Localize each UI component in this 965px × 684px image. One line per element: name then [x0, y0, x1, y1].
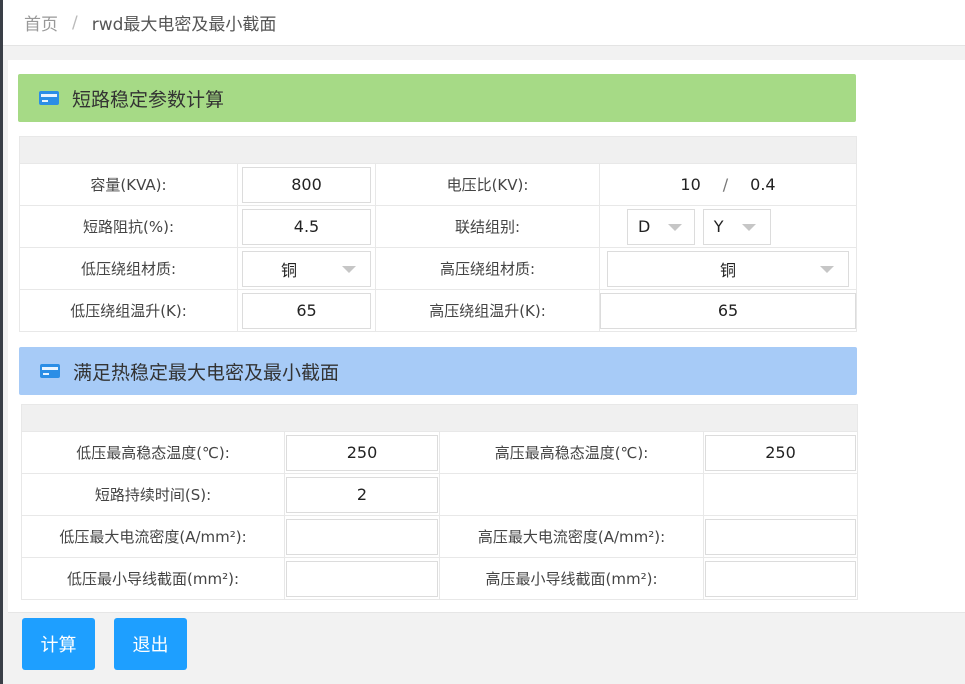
table-header-row: [21, 404, 858, 432]
panel-title: 满足热稳定最大电密及最小截面: [73, 361, 340, 384]
divider: [8, 612, 965, 613]
voltage-separator: /: [722, 175, 729, 194]
lv-max-temp-label: 低压最高稳态温度(℃):: [21, 431, 285, 474]
table-row: 容量(KVA): 800 电压比(KV): 10 / 0.4: [19, 163, 857, 206]
table-row: 低压最大电流密度(A/mm²): 高压最大电流密度(A/mm²):: [21, 515, 858, 558]
group-high-value: D: [638, 217, 651, 236]
hv-min-section-label: 高压最小导线截面(mm²):: [439, 557, 704, 600]
hv-temp-rise-input[interactable]: 65: [600, 292, 856, 329]
voltage-high-input[interactable]: 10: [680, 175, 700, 194]
hv-material-value: 铜: [719, 260, 736, 280]
thermal-stability-form: 低压最高稳态温度(℃): 250 高压最高稳态温度(℃): 250 短路持续时间…: [21, 404, 858, 600]
duration-label: 短路持续时间(S):: [21, 473, 285, 516]
group-low-select[interactable]: Y: [702, 208, 771, 245]
table-row: 低压绕组材质: 铜 高压绕组材质: 铜: [19, 247, 857, 290]
voltage-low-input[interactable]: 0.4: [750, 175, 775, 194]
panel-short-circuit-header: 短路稳定参数计算: [18, 74, 856, 122]
lv-max-density-label: 低压最大电流密度(A/mm²):: [21, 515, 285, 558]
impedance-label: 短路阻抗(%):: [19, 205, 238, 248]
lv-material-value: 铜: [281, 260, 298, 280]
short-circuit-form: 容量(KVA): 800 电压比(KV): 10 / 0.4 短路阻抗(%): 4.…: [19, 136, 857, 332]
group-low-value: Y: [713, 217, 724, 236]
group-high-select[interactable]: D: [627, 208, 695, 245]
hv-min-section-output[interactable]: [705, 560, 856, 597]
breadcrumb-home[interactable]: 首页: [24, 10, 58, 35]
lv-min-section-output[interactable]: [286, 560, 438, 597]
chevron-down-icon: [820, 265, 834, 273]
left-edge: [0, 0, 3, 684]
capacity-input[interactable]: 800: [242, 166, 371, 203]
breadcrumb-separator: /: [72, 12, 78, 33]
calculate-button[interactable]: 计算: [22, 618, 95, 670]
table-header-row: [19, 136, 857, 164]
impedance-input[interactable]: 4.5: [242, 208, 371, 245]
lv-material-select[interactable]: 铜: [242, 250, 371, 287]
table-row: 短路持续时间(S): 2: [21, 473, 858, 516]
voltage-ratio-label: 电压比(KV):: [375, 163, 600, 206]
hv-material-label: 高压绕组材质:: [375, 247, 600, 290]
chevron-down-icon: [342, 265, 356, 273]
group-label: 联结组别:: [375, 205, 600, 248]
hv-max-density-label: 高压最大电流密度(A/mm²):: [439, 515, 704, 558]
chevron-down-icon: [668, 223, 682, 231]
lv-max-density-output[interactable]: [286, 518, 438, 555]
hv-max-temp-input[interactable]: 250: [705, 434, 856, 471]
breadcrumb-current: rwd最大电密及最小截面: [91, 15, 277, 35]
lv-temp-rise-input[interactable]: 65: [242, 292, 371, 329]
panel-thermal-header: 满足热稳定最大电密及最小截面: [19, 347, 857, 395]
chevron-down-icon: [741, 223, 756, 231]
voltage-ratio: 10 / 0.4: [680, 175, 775, 194]
duration-input[interactable]: 2: [286, 476, 438, 513]
lv-material-label: 低压绕组材质:: [19, 247, 238, 290]
table-row: 低压绕组温升(K): 65 高压绕组温升(K): 65: [19, 289, 857, 332]
panel-title: 短路稳定参数计算: [72, 88, 225, 111]
table-row: 短路阻抗(%): 4.5 联结组别: D Y: [19, 205, 857, 248]
table-row: 低压最高稳态温度(℃): 250 高压最高稳态温度(℃): 250: [21, 431, 858, 474]
capacity-label: 容量(KVA):: [19, 163, 238, 206]
breadcrumb: 首页 / rwd最大电密及最小截面: [3, 0, 965, 46]
lv-min-section-label: 低压最小导线截面(mm²):: [21, 557, 285, 600]
lv-temp-rise-label: 低压绕组温升(K):: [19, 289, 238, 332]
table-row: 低压最小导线截面(mm²): 高压最小导线截面(mm²):: [21, 557, 858, 600]
exit-button[interactable]: 退出: [114, 618, 187, 670]
card-icon: [40, 364, 60, 378]
hv-max-density-output[interactable]: [705, 518, 856, 555]
hv-temp-rise-label: 高压绕组温升(K):: [375, 289, 600, 332]
hv-max-temp-label: 高压最高稳态温度(℃):: [439, 431, 704, 474]
card-icon: [39, 91, 59, 105]
lv-max-temp-input[interactable]: 250: [286, 434, 438, 471]
hv-material-select[interactable]: 铜: [607, 250, 849, 287]
